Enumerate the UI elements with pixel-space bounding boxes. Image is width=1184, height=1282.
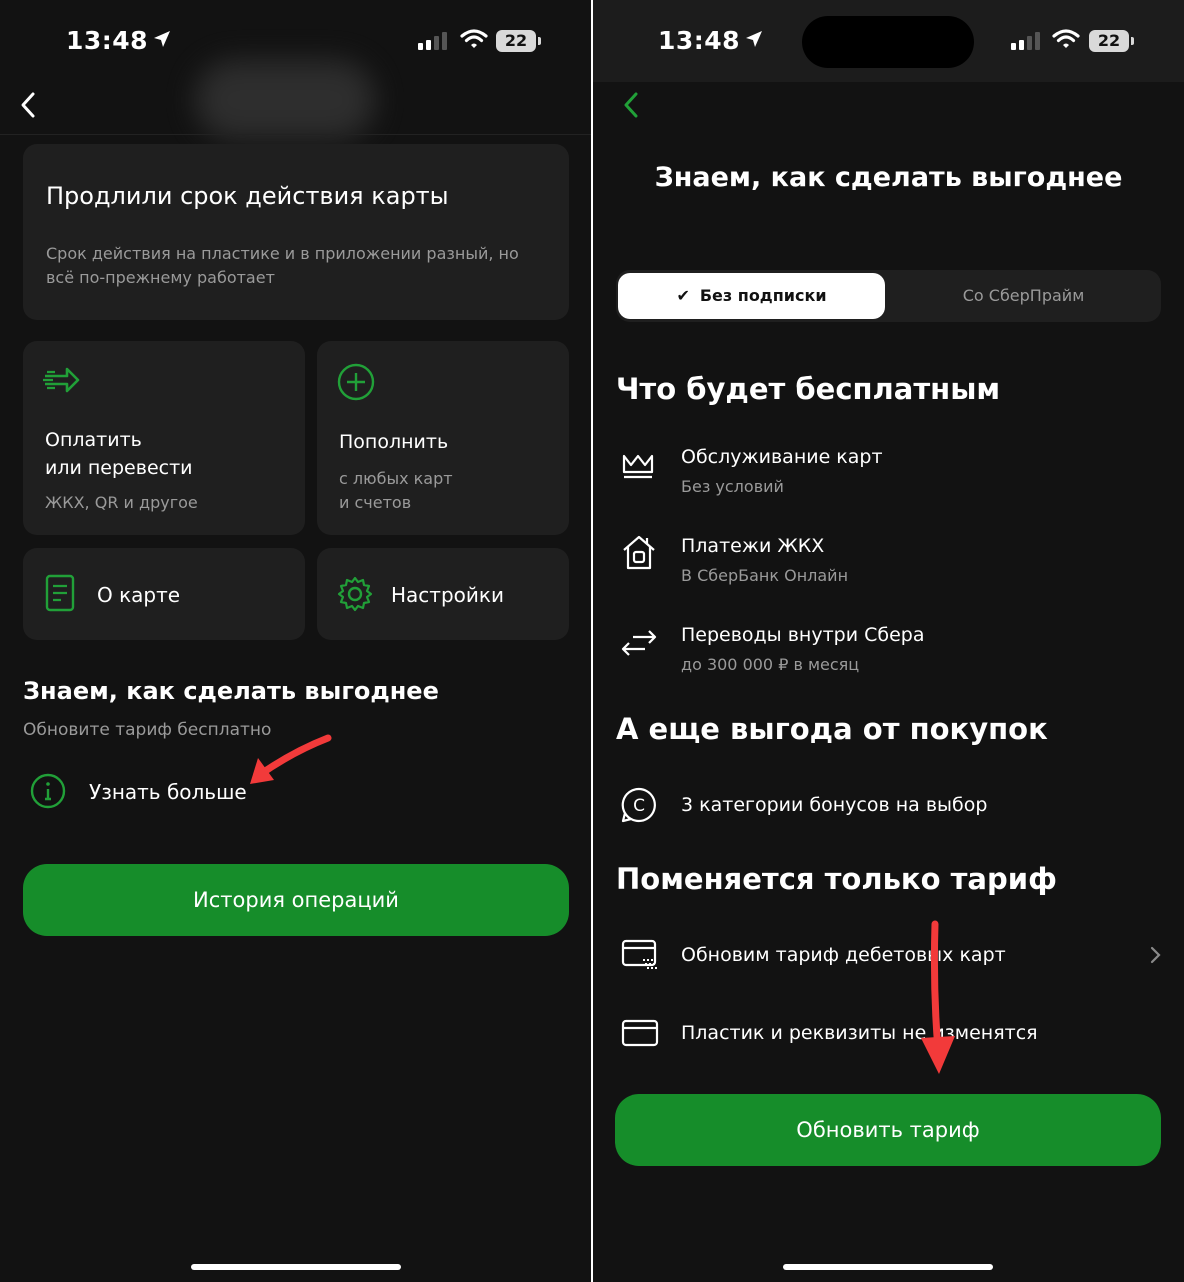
card-extended-info: Продлили срок действия карты Срок действ… [23, 144, 569, 320]
segment-no-subscription[interactable]: ✔ Без подписки [618, 273, 885, 319]
wifi-icon [1052, 29, 1080, 48]
cards-icon [621, 939, 657, 969]
transfer-arrows-icon [621, 630, 657, 656]
header-divider [0, 134, 591, 135]
arrow-right-icon [43, 367, 80, 393]
tile-settings[interactable]: Настройки [317, 548, 569, 640]
segment-label: Без подписки [699, 286, 827, 305]
benefit-title: Платежи ЖКХ [681, 535, 825, 557]
status-time: 13:48 [658, 26, 764, 55]
promo-title: Знаем, как сделать выгоднее [23, 677, 439, 705]
location-arrow-icon [746, 31, 763, 47]
bonus-title: 3 категории бонусов на выбор [681, 794, 988, 816]
section-tariff-title: Поменяется только тариф [616, 862, 1057, 896]
learn-more-label: Узнать больше [89, 780, 247, 804]
tile-topup-title: Пополнить [339, 431, 449, 453]
wifi-icon [460, 29, 488, 48]
tile-pay-title-1: Оплатить [45, 429, 142, 451]
tile-top-up[interactable]: Пополнить с любых карт и счетов [317, 341, 569, 535]
left-phone-screen: 13:48 22 Продлили срок действия карты Ср… [0, 0, 591, 1282]
annotation-red-arrow [921, 920, 955, 1074]
tile-about-label: О карте [97, 583, 181, 607]
benefit-subtitle: Без условий [681, 477, 784, 496]
dynamic-island [802, 16, 974, 68]
back-chevron-icon[interactable] [18, 90, 38, 120]
plus-circle-icon [337, 363, 375, 401]
crown-icon [622, 454, 654, 479]
card-icon [621, 1019, 659, 1047]
card-extended-subtitle-2: всё по-прежнему работает [46, 268, 275, 287]
check-icon: ✔ [676, 286, 690, 305]
segment-sberprime[interactable]: Со СберПрайм [888, 273, 1159, 319]
tile-topup-subtitle-2: и счетов [339, 493, 412, 512]
status-bar: 13:48 22 [593, 0, 1184, 82]
info-circle-icon [30, 773, 66, 809]
annotation-red-arrow [250, 734, 332, 784]
benefit-subtitle: В СберБанк Онлайн [681, 566, 849, 585]
promo-subtitle: Обновите тариф бесплатно [23, 720, 272, 740]
home-indicator [783, 1264, 993, 1270]
gear-icon [337, 576, 373, 612]
cellular-signal-icon [418, 32, 447, 50]
card-extended-subtitle-1: Срок действия на пластике и в приложении… [46, 244, 519, 263]
back-chevron-icon[interactable] [621, 90, 641, 120]
history-button[interactable]: История операций [23, 864, 569, 936]
tile-pay-title-2: или перевести [45, 457, 193, 479]
chevron-right-icon [1150, 946, 1161, 964]
page-title: Знаем, как сделать выгоднее [654, 162, 1123, 193]
right-phone-screen: 13:48 22 Знаем, как сделать выгоднее ✔ Бе… [593, 0, 1184, 1282]
tile-pay-transfer[interactable]: Оплатить или перевести ЖКХ, QR и другое [23, 341, 305, 535]
section-bonus-title: А еще выгода от покупок [616, 712, 1048, 746]
battery-icon: 22 [496, 30, 541, 52]
battery-icon: 22 [1089, 30, 1134, 52]
benefit-title: Переводы внутри Сбера [681, 624, 925, 646]
benefit-title: Обслуживание карт [681, 446, 883, 468]
section-free-title: Что будет бесплатным [616, 372, 1001, 406]
house-icon [623, 535, 655, 570]
tile-settings-label: Настройки [391, 583, 504, 607]
tile-pay-subtitle: ЖКХ, QR и другое [45, 493, 198, 512]
tariff-item-title: Пластик и реквизиты не изменятся [681, 1022, 1038, 1044]
benefit-subtitle: до 300 000 ₽ в месяц [681, 655, 860, 674]
update-tariff-button[interactable]: Обновить тариф [615, 1094, 1161, 1166]
tile-about-card[interactable]: О карте [23, 548, 305, 640]
cellular-signal-icon [1011, 32, 1040, 50]
card-extended-title: Продлили срок действия карты [46, 182, 449, 210]
home-indicator [191, 1264, 401, 1270]
segmented-control: ✔ Без подписки Со СберПрайм [616, 270, 1161, 322]
document-icon [45, 574, 75, 612]
bonus-c-icon: C [621, 787, 656, 823]
svg-text:C: C [633, 796, 645, 816]
location-arrow-icon [154, 31, 171, 47]
tile-topup-subtitle-1: с любых карт [339, 469, 453, 488]
status-time: 13:48 [66, 26, 172, 55]
blurred-header-avatar [195, 60, 375, 140]
